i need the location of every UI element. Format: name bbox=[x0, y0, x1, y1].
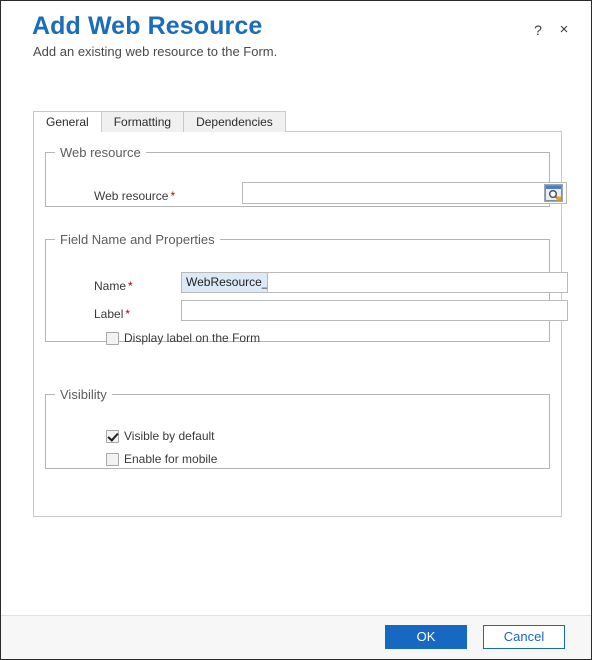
ok-button[interactable]: OK bbox=[385, 625, 467, 649]
visible-by-default-checkbox-row[interactable]: Visible by default bbox=[106, 429, 215, 443]
tab-general[interactable]: General bbox=[33, 111, 102, 133]
add-web-resource-dialog: Add Web Resource Add an existing web res… bbox=[0, 0, 592, 660]
name-input[interactable] bbox=[267, 272, 568, 293]
visible-by-default-label: Visible by default bbox=[124, 429, 215, 443]
name-label-text: Name bbox=[94, 279, 127, 293]
enable-for-mobile-label: Enable for mobile bbox=[124, 452, 218, 466]
close-icon[interactable]: × bbox=[555, 21, 573, 39]
cancel-button[interactable]: Cancel bbox=[483, 625, 565, 649]
field-name-properties-legend: Field Name and Properties bbox=[60, 232, 215, 247]
display-label-on-form-checkbox[interactable] bbox=[106, 331, 119, 345]
web-resource-group: Web resource Web resource * bbox=[45, 145, 567, 207]
name-field-label: Name * bbox=[94, 279, 133, 293]
page-subtitle: Add an existing web resource to the Form… bbox=[33, 44, 278, 59]
web-resource-label-text: Web resource bbox=[94, 189, 169, 203]
field-name-properties-group: Field Name and Properties Name * WebResou… bbox=[45, 232, 568, 345]
tab-dependencies[interactable]: Dependencies bbox=[183, 111, 286, 132]
visible-by-default-checkbox[interactable] bbox=[106, 429, 119, 443]
visibility-group-legend: Visibility bbox=[60, 387, 107, 402]
dialog-header: Add Web Resource Add an existing web res… bbox=[1, 1, 591, 89]
enable-for-mobile-checkbox[interactable] bbox=[106, 452, 119, 466]
enable-for-mobile-checkbox-row[interactable]: Enable for mobile bbox=[106, 452, 217, 466]
web-resource-required-marker: * bbox=[170, 189, 176, 203]
visibility-group: Visibility Visible by default Enable for… bbox=[45, 387, 550, 469]
label-input[interactable] bbox=[181, 300, 568, 321]
page-title: Add Web Resource bbox=[32, 12, 263, 40]
name-prefix: WebResource_ bbox=[181, 272, 267, 293]
name-required-marker: * bbox=[128, 279, 133, 293]
lookup-browse-icon[interactable] bbox=[544, 184, 563, 202]
tab-bar: General Formatting Dependencies bbox=[33, 111, 286, 133]
display-label-on-form-label: Display label on the Form bbox=[124, 331, 261, 345]
dialog-footer: OK Cancel bbox=[1, 615, 591, 659]
display-label-on-form-checkbox-row[interactable]: Display label on the Form bbox=[106, 331, 260, 345]
label-label-text: Label bbox=[94, 307, 124, 321]
tab-panel-general: Web resource Web resource * Field Name an… bbox=[33, 131, 568, 517]
help-icon[interactable]: ? bbox=[529, 21, 547, 39]
tab-formatting[interactable]: Formatting bbox=[100, 111, 185, 132]
web-resource-input[interactable] bbox=[242, 182, 567, 204]
web-resource-field-label: Web resource * bbox=[94, 189, 175, 203]
label-required-marker: * bbox=[125, 307, 131, 321]
label-field-label: Label * bbox=[94, 307, 130, 321]
web-resource-group-legend: Web resource bbox=[60, 145, 141, 160]
